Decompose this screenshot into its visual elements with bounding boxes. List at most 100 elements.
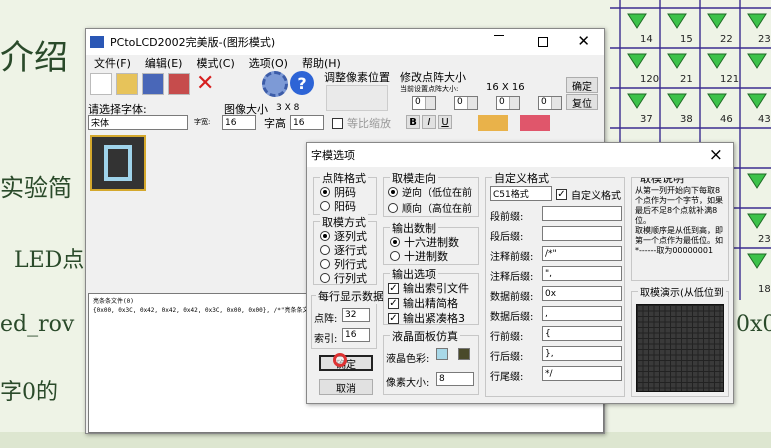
- led-label: 15: [680, 34, 693, 45]
- data-suffix-input[interactable]: ,: [542, 306, 622, 321]
- number-format-group: 输出数制 十六进制数 十进制数: [383, 220, 479, 265]
- custom-format-title: 自定义格式: [492, 170, 551, 186]
- adjust-pixel-label: 调整像素位置: [324, 71, 390, 84]
- spin-4[interactable]: 0: [538, 96, 562, 110]
- close-icon[interactable]: ✕: [577, 32, 590, 50]
- menu-bar: 文件(F) 编辑(E) 模式(C) 选项(O) 帮助(H): [94, 55, 341, 71]
- bg-text-1: 介绍: [0, 38, 68, 78]
- pixel-size-select[interactable]: 8: [436, 372, 474, 386]
- index-select[interactable]: 16: [342, 328, 370, 342]
- spin-1[interactable]: 0: [412, 96, 436, 110]
- char-height-select[interactable]: 16: [290, 115, 324, 130]
- delete-icon[interactable]: ✕: [196, 71, 214, 96]
- led-label: 121: [720, 74, 739, 85]
- dot-count-select[interactable]: 32: [342, 308, 370, 322]
- led-label: 22: [720, 34, 733, 45]
- bold-button[interactable]: B: [406, 115, 420, 129]
- new-file-icon[interactable]: [90, 73, 112, 95]
- pixel-shift-buttons[interactable]: [326, 85, 388, 111]
- menu-edit[interactable]: 编辑(E): [145, 55, 183, 71]
- bg-text-5: 字0的: [0, 380, 58, 405]
- confirm-size-button[interactable]: 确定: [566, 77, 598, 93]
- reset-size-button[interactable]: 复位: [566, 94, 598, 110]
- radio-decimal[interactable]: 十进制数: [390, 248, 448, 264]
- index-label: 索引:: [314, 334, 338, 345]
- menu-options[interactable]: 选项(O): [249, 55, 288, 71]
- led-label: 23: [758, 34, 771, 45]
- char-width-select[interactable]: 16: [222, 115, 256, 130]
- led-label: 120: [640, 74, 659, 85]
- field-label: 注释后缀:: [490, 272, 534, 283]
- field-label: 段前缀:: [490, 212, 524, 223]
- italic-button[interactable]: I: [422, 115, 436, 129]
- menu-file[interactable]: 文件(F): [94, 55, 131, 71]
- maximize-icon[interactable]: [538, 37, 548, 47]
- char-height-label: 字高: [264, 117, 286, 130]
- led-label: 37: [640, 114, 653, 125]
- click-indicator-icon: [333, 353, 347, 367]
- lcd-dark-swatch[interactable]: [458, 348, 470, 360]
- dot-format-group: 点阵格式 阴码 阳码: [313, 170, 377, 215]
- radio-reverse[interactable]: 逆向（低位在前: [388, 184, 472, 199]
- per-line-title: 每行显示数据: [316, 288, 386, 304]
- comment-suffix-input[interactable]: ",: [542, 266, 622, 281]
- radio-positive[interactable]: 阳码: [320, 198, 356, 214]
- help-icon[interactable]: ?: [290, 71, 314, 95]
- dialog-close-icon[interactable]: ×: [709, 145, 723, 165]
- size-value: 16 X 16: [486, 82, 525, 93]
- led-label: 18: [758, 284, 771, 295]
- image-size-value: 3 X 8: [276, 103, 300, 113]
- explain-title: 取模说明: [638, 178, 686, 186]
- field-label: 数据前缀:: [490, 292, 534, 303]
- main-titlebar: PCtoLCD2002完美版-(图形模式) ✕: [86, 29, 604, 55]
- minimize-icon[interactable]: [494, 35, 504, 36]
- lcd-color-swatch[interactable]: [436, 348, 448, 360]
- check-tight[interactable]: ✓ 输出紧凑格3: [388, 310, 465, 326]
- bg-text-4: ed_rov: [0, 312, 75, 337]
- resize-label: 修改点阵大小: [400, 71, 466, 84]
- spin-2[interactable]: 0: [454, 96, 478, 110]
- font-select[interactable]: 宋体: [88, 115, 188, 130]
- dialog-title: 字模选项: [311, 149, 355, 162]
- char-preview: [90, 135, 146, 191]
- pixel-size-label: 像素大小:: [386, 378, 430, 389]
- open-folder-icon[interactable]: [116, 73, 138, 95]
- segment-prefix-input[interactable]: [542, 206, 622, 221]
- main-title: PCtoLCD2002完美版-(图形模式): [110, 36, 276, 49]
- data-prefix-input[interactable]: 0x: [542, 286, 622, 301]
- custom-format-checkbox[interactable]: ✓ 自定义格式: [556, 187, 621, 202]
- comment-prefix-input[interactable]: /*": [542, 246, 622, 261]
- field-label: 行前缀:: [490, 332, 524, 343]
- radio-row-column[interactable]: 行列式: [320, 270, 367, 286]
- led-label: 14: [640, 34, 653, 45]
- flip-icon[interactable]: [478, 115, 508, 131]
- check-compact[interactable]: ✓ 输出精简格: [388, 295, 458, 311]
- spin-3[interactable]: 0: [496, 96, 520, 110]
- led-label: 21: [680, 74, 693, 85]
- rotate-icon[interactable]: [520, 115, 550, 131]
- line-suffix-input[interactable]: },: [542, 346, 622, 361]
- save-icon[interactable]: [142, 73, 164, 95]
- lcd-color-label: 液晶色彩:: [386, 354, 430, 365]
- underline-button[interactable]: U: [438, 115, 452, 129]
- bg-bottom-strip: [0, 432, 771, 448]
- explain-text: 从第一列开始向下每取8个点作为一个字节，如果最后不足8个点就补满8位。 取模顺序…: [635, 186, 723, 255]
- radio-forward[interactable]: 顺向（高位在前: [388, 200, 472, 215]
- line-prefix-input[interactable]: {: [542, 326, 622, 341]
- field-label: 行尾缀:: [490, 372, 524, 383]
- menu-mode[interactable]: 模式(C): [196, 55, 234, 71]
- dialog-titlebar: 字模选项 ×: [307, 143, 733, 167]
- format-select[interactable]: C51格式: [490, 186, 552, 201]
- size-hint: 当前设置点阵大小:: [400, 85, 459, 93]
- check-index-file[interactable]: ✓ 输出索引文件: [388, 280, 469, 296]
- led-label: 38: [680, 114, 693, 125]
- scale-checkbox[interactable]: 等比缩放: [332, 115, 391, 131]
- gear-icon[interactable]: [262, 71, 288, 97]
- line-end-input[interactable]: */: [542, 366, 622, 381]
- dot-count-label: 点阵:: [314, 314, 338, 325]
- cancel-button[interactable]: 取消: [319, 379, 373, 395]
- led-label: 43: [758, 114, 771, 125]
- bg-text-3: LED点: [14, 248, 85, 273]
- segment-suffix-input[interactable]: [542, 226, 622, 241]
- print-icon[interactable]: [168, 73, 190, 95]
